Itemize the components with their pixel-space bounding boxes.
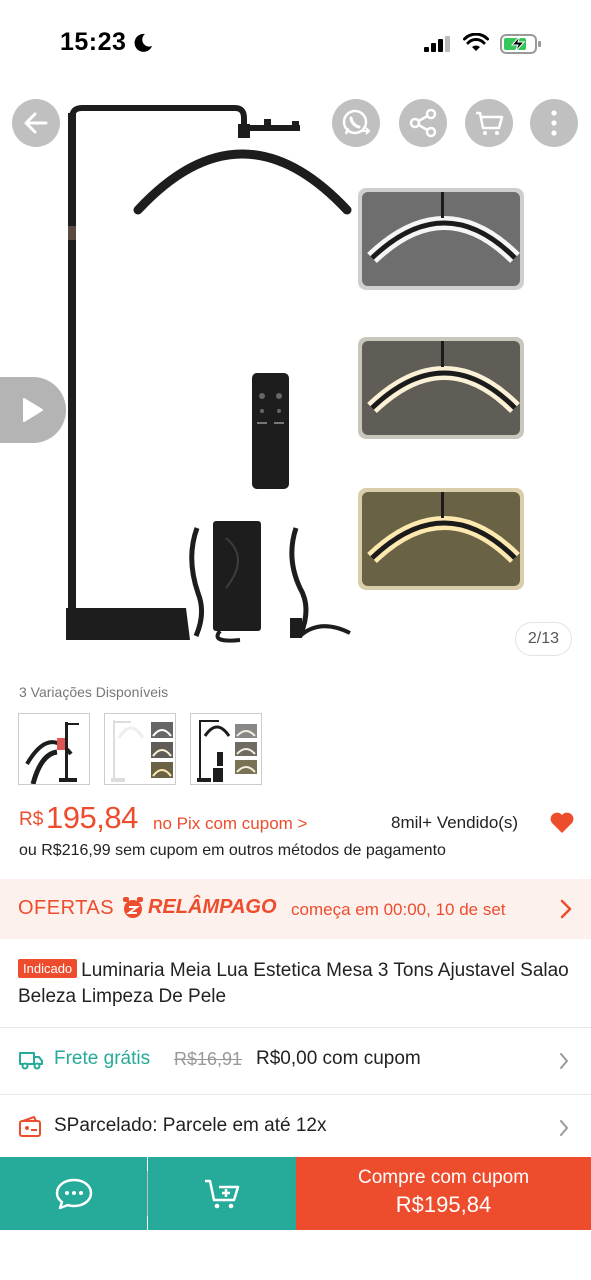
flash-ofertas-label: OFERTAS bbox=[18, 897, 115, 919]
indicado-badge: Indicado bbox=[18, 959, 78, 978]
play-video-button[interactable] bbox=[0, 377, 66, 443]
cart-icon bbox=[476, 111, 504, 135]
variation-thumb-2[interactable] bbox=[104, 713, 176, 785]
back-button[interactable] bbox=[12, 99, 60, 147]
more-options-button[interactable] bbox=[530, 99, 578, 147]
variation-thumb-3[interactable] bbox=[190, 713, 262, 785]
price-value: 195,84 bbox=[46, 800, 138, 835]
free-shipping-label: Frete grátis bbox=[54, 1048, 151, 1069]
shipping-new-price: R$0,00 com cupom bbox=[256, 1048, 421, 1069]
alternative-price: ou R$216,99 sem cupom em outros métodos … bbox=[19, 842, 446, 859]
variations-label: 3 Variações Disponíveis bbox=[19, 684, 169, 700]
installment-wallet-icon bbox=[19, 1116, 41, 1137]
cellular-signal-icon bbox=[424, 36, 450, 52]
chevron-right-icon bbox=[560, 1053, 568, 1069]
share-icon bbox=[409, 108, 437, 138]
product-title: Luminaria Meia Lua Estetica Mesa 3 Tons … bbox=[18, 960, 569, 1007]
buy-button-label: Compre com cupom bbox=[357, 1167, 530, 1188]
alarm-clock-icon bbox=[123, 897, 143, 918]
sold-count: 8mil+ Vendido(s) bbox=[391, 813, 519, 832]
buy-with-coupon-button[interactable]: Compre com cupom R$195,84 bbox=[296, 1157, 591, 1230]
flash-sale-banner[interactable]: OFERTAS RELÂMPAGO começa em 00:00, 10 de… bbox=[0, 879, 591, 939]
truck-icon bbox=[19, 1052, 43, 1070]
chevron-right-icon bbox=[560, 899, 572, 919]
share-button[interactable] bbox=[399, 99, 447, 147]
variation-thumbnails bbox=[18, 713, 262, 785]
price-row: R$ 195,84 no Pix com cupom > 8mil+ Vendi… bbox=[19, 800, 575, 836]
wifi-icon bbox=[463, 33, 489, 51]
product-title-block: Indicado Luminaria Meia Lua Estetica Mesa… bbox=[18, 958, 578, 1010]
status-bar: 15:23 bbox=[0, 0, 591, 88]
shipping-old-price: R$16,91 bbox=[174, 1049, 243, 1069]
battery-charging-icon bbox=[500, 34, 541, 54]
flash-relampago-label: RELÂMPAGO bbox=[148, 896, 277, 918]
chat-button[interactable] bbox=[0, 1157, 147, 1230]
bottom-action-bar: Compre com cupom R$195,84 bbox=[0, 1157, 591, 1230]
shipping-row[interactable]: Frete grátis R$16,91 R$0,00 com cupom bbox=[0, 1028, 591, 1094]
pix-coupon-link[interactable]: no Pix com cupom > bbox=[153, 814, 308, 834]
moon-icon bbox=[134, 33, 152, 52]
product-image-gallery[interactable]: 2/13 bbox=[0, 88, 591, 670]
status-time: 15:23 bbox=[60, 28, 127, 56]
whatsapp-share-icon bbox=[342, 109, 371, 135]
flash-start-time: começa em 00:00, 10 de set bbox=[291, 900, 506, 919]
product-image bbox=[66, 105, 524, 643]
more-icon bbox=[551, 110, 557, 136]
cart-button[interactable] bbox=[465, 99, 513, 147]
price-currency: R$ bbox=[19, 809, 44, 830]
installments-label: SParcelado: Parcele em até 12x bbox=[54, 1115, 327, 1136]
chevron-right-icon bbox=[560, 1120, 568, 1136]
installments-row[interactable]: SParcelado: Parcele em até 12x bbox=[0, 1095, 591, 1157]
whatsapp-share-button[interactable] bbox=[332, 99, 380, 147]
add-to-cart-button[interactable] bbox=[148, 1157, 296, 1230]
image-page-indicator: 2/13 bbox=[514, 622, 572, 656]
variation-thumb-1[interactable] bbox=[18, 713, 90, 785]
buy-button-price: R$195,84 bbox=[395, 1192, 492, 1217]
play-icon bbox=[23, 398, 43, 422]
favorite-heart-icon[interactable] bbox=[549, 811, 575, 835]
back-arrow-icon bbox=[24, 112, 48, 134]
chat-icon bbox=[55, 1178, 92, 1209]
add-to-cart-icon bbox=[205, 1179, 240, 1208]
